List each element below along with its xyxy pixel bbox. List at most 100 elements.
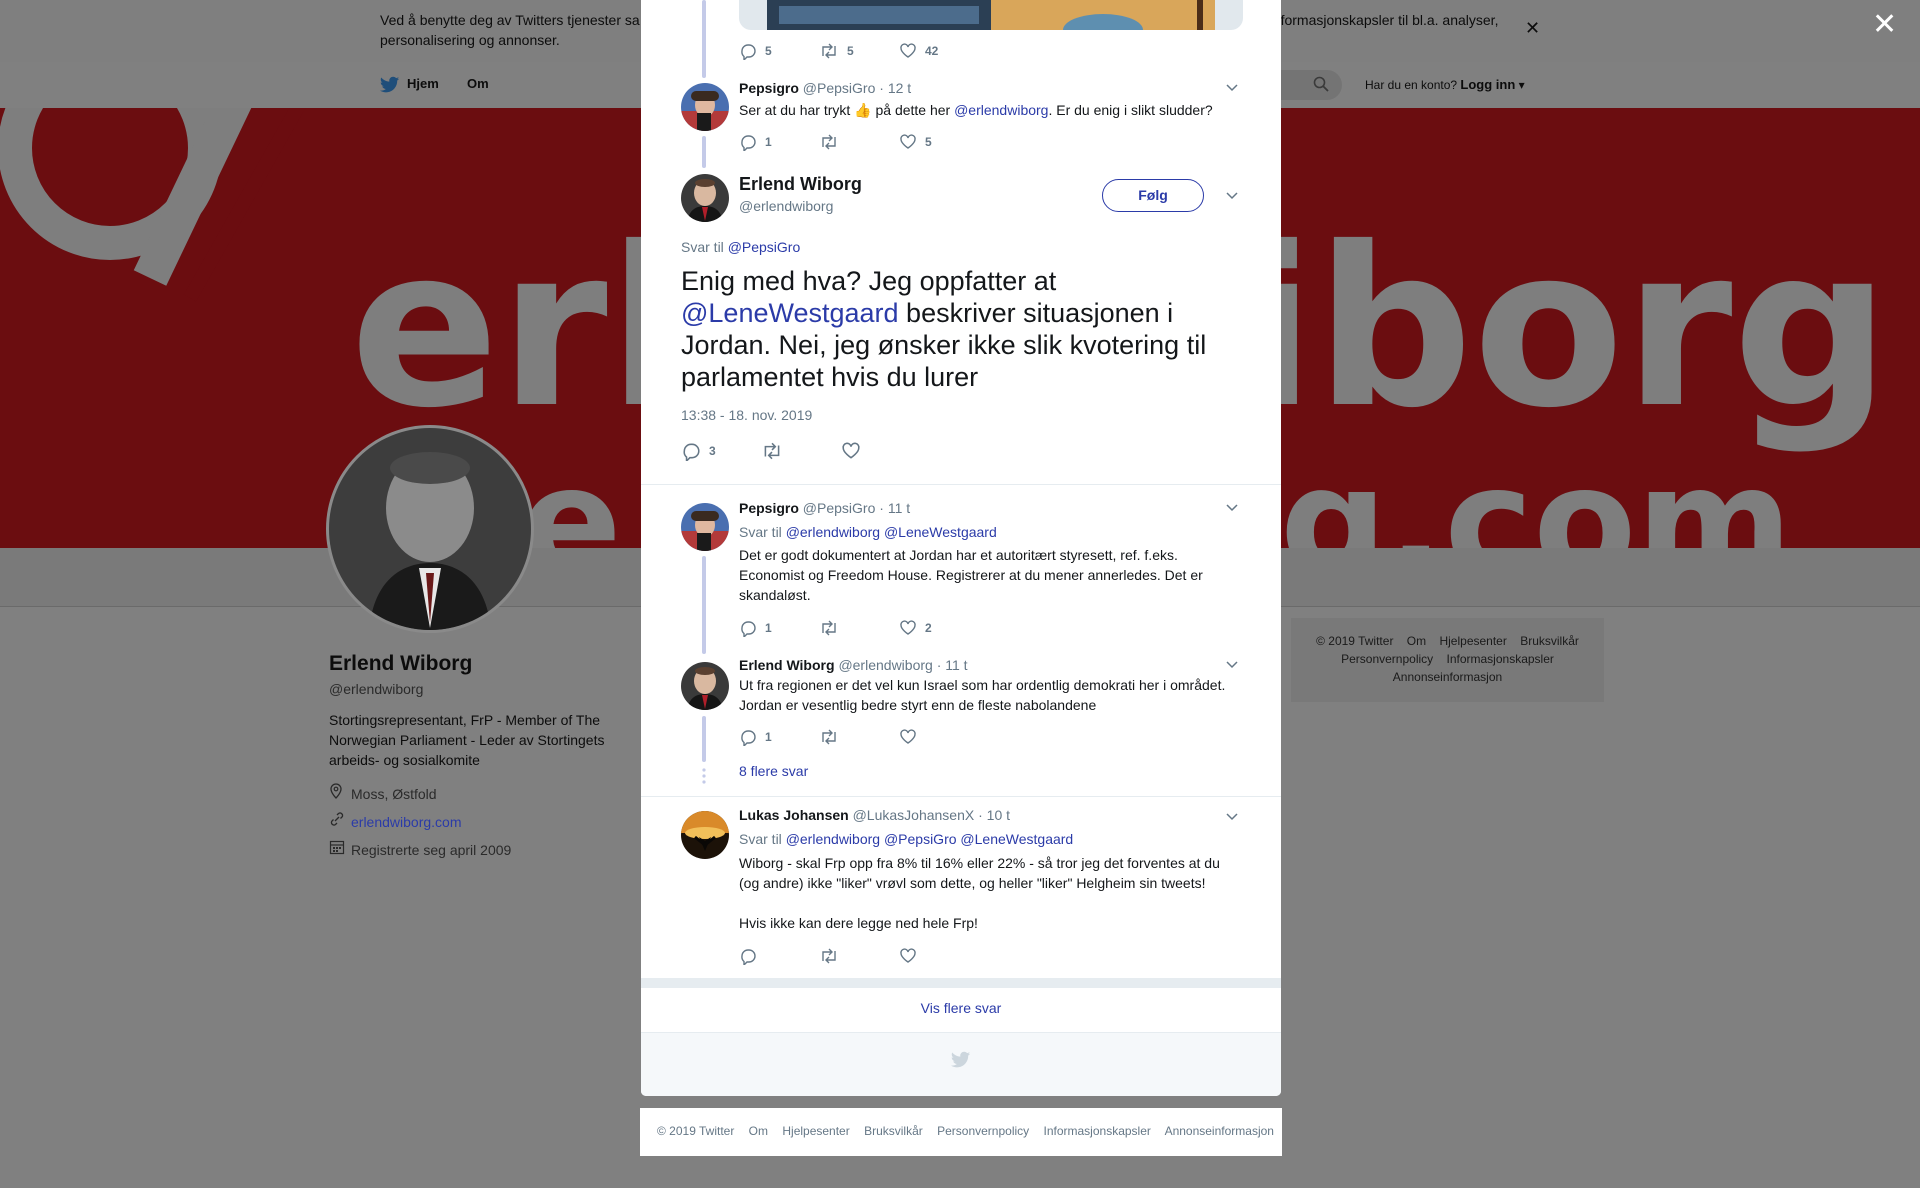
banner-url-right: g.com — [1280, 436, 1793, 548]
reply-button[interactable]: 5 — [739, 42, 772, 60]
chevron-down-icon[interactable] — [1225, 188, 1239, 207]
mention-link[interactable]: @LeneWestgaard — [960, 831, 1073, 847]
twitter-bird-icon[interactable] — [380, 76, 400, 99]
modal-footer — [641, 1032, 1281, 1096]
tweet-header: Pepsigro @PepsiGro · 11 t — [739, 500, 910, 516]
footer-link[interactable]: Personvernpolicy — [937, 1124, 1029, 1138]
mention-link[interactable]: @erlendwiborg — [954, 102, 1048, 118]
profile-avatar[interactable] — [326, 425, 534, 633]
user-name[interactable]: Pepsigro — [739, 500, 799, 516]
login-link[interactable]: Logg inn — [1460, 77, 1515, 92]
reply-button[interactable] — [739, 947, 757, 965]
like-button[interactable] — [841, 441, 861, 461]
tweet-text: Ut fra regionen er det vel kun Israel so… — [739, 677, 1226, 713]
heart-icon — [900, 620, 916, 635]
like-button[interactable] — [899, 728, 917, 746]
like-button[interactable]: 2 — [899, 619, 932, 637]
chevron-down-icon[interactable] — [1225, 657, 1239, 676]
reply-button[interactable]: 1 — [739, 619, 772, 637]
tweet-text: Det er godt dokumentert at Jordan har et… — [739, 547, 1203, 603]
profile-location: Moss, Østfold — [329, 783, 437, 802]
footer-link[interactable]: Bruksvilkår — [864, 1124, 923, 1138]
user-name[interactable]: Pepsigro — [739, 80, 799, 96]
side-footer-link[interactable]: Om — [1407, 634, 1426, 648]
tweet-time[interactable]: · 11 t — [879, 500, 910, 516]
avatar[interactable] — [681, 83, 729, 131]
mention-link[interactable]: @erlendwiborg — [786, 524, 880, 540]
like-button[interactable] — [899, 947, 917, 965]
show-more-replies-button[interactable]: Vis flere svar — [641, 988, 1281, 1032]
retweet-button[interactable]: 5 — [819, 42, 854, 60]
retweet-icon — [764, 442, 780, 460]
side-footer-link[interactable]: Annonseinformasjon — [1393, 670, 1502, 684]
chevron-down-icon[interactable] — [1225, 809, 1239, 828]
side-footer: © 2019 Twitter Om Hjelpesenter Bruksvilk… — [1291, 618, 1604, 702]
chevron-down-icon[interactable] — [1225, 80, 1239, 99]
retweet-icon — [822, 948, 836, 964]
mention-link[interactable]: @erlendwiborg — [786, 831, 880, 847]
avatar[interactable] — [681, 503, 729, 551]
footer-link[interactable]: Om — [749, 1124, 768, 1138]
footer-link[interactable]: Hjelpesenter — [782, 1124, 849, 1138]
main-tweet-handle[interactable]: @erlendwiborg — [739, 198, 833, 214]
mention-link[interactable]: @LeneWestgaard — [884, 524, 997, 540]
tweet-text: Wiborg - skal Frp opp fra 8% til 16% ell… — [739, 855, 1220, 931]
retweet-button[interactable] — [819, 133, 839, 151]
like-button[interactable]: 42 — [899, 42, 938, 60]
user-handle[interactable]: @LukasJohansenX — [853, 807, 975, 823]
side-footer-link[interactable]: Bruksvilkår — [1520, 634, 1579, 648]
side-footer-link[interactable]: Hjelpesenter — [1439, 634, 1506, 648]
footer-link[interactable]: Annonseinformasjon — [1165, 1124, 1274, 1138]
thread-line — [702, 716, 706, 762]
divider — [641, 484, 1281, 485]
avatar[interactable] — [681, 174, 729, 222]
main-tweet-timestamp[interactable]: 13:38 - 18. nov. 2019 — [681, 407, 812, 423]
close-icon[interactable]: ✕ — [1872, 10, 1897, 40]
retweet-button[interactable] — [819, 728, 839, 746]
user-name[interactable]: Erlend Wiborg — [739, 657, 835, 673]
avatar[interactable] — [681, 811, 729, 859]
nav-about[interactable]: Om — [467, 76, 489, 91]
reply-button[interactable]: 1 — [739, 133, 772, 151]
mention-link[interactable]: @PepsiGro — [728, 239, 801, 255]
profile-name[interactable]: Erlend Wiborg — [329, 652, 472, 676]
more-replies-link[interactable]: 8 flere svar — [739, 763, 808, 779]
thread-line — [702, 0, 706, 78]
retweet-icon — [822, 43, 836, 59]
mention-link[interactable]: @LeneWestgaard — [681, 298, 899, 328]
reply-icon — [741, 730, 756, 746]
twitter-bird-icon — [951, 1051, 971, 1074]
profile-website-link[interactable]: erlendwiborg.com — [351, 814, 462, 830]
retweet-button[interactable] — [761, 441, 783, 461]
like-button[interactable]: 5 — [899, 133, 932, 151]
reply-button[interactable]: 1 — [739, 728, 772, 746]
reply-to-line: Svar til @erlendwiborg @LeneWestgaard — [739, 524, 997, 540]
reply-button[interactable]: 3 — [681, 441, 716, 461]
retweet-button[interactable] — [819, 947, 839, 965]
side-footer-link[interactable]: Informasjonskapsler — [1447, 652, 1554, 666]
retweet-button[interactable] — [819, 619, 839, 637]
cookie-close-icon[interactable]: ✕ — [1525, 18, 1540, 39]
nav-home[interactable]: Hjem — [407, 76, 439, 91]
chevron-down-icon[interactable] — [1225, 500, 1239, 519]
profile-bio: Stortingsrepresentant, FrP - Member of T… — [329, 712, 605, 768]
tweet-text: Ser at du har trykt 👍 på dette her @erle… — [739, 102, 1213, 118]
mention-link[interactable]: @PepsiGro — [884, 831, 957, 847]
side-footer-link[interactable]: Personvernpolicy — [1341, 652, 1433, 666]
main-tweet-name[interactable]: Erlend Wiborg — [739, 174, 862, 195]
search-icon[interactable] — [1313, 76, 1329, 97]
reply-to-line: Svar til @erlendwiborg @PepsiGro @LeneWe… — [739, 831, 1074, 847]
user-handle[interactable]: @PepsiGro — [803, 80, 876, 96]
footer-link[interactable]: Informasjonskapsler — [1044, 1124, 1151, 1138]
avatar[interactable] — [681, 662, 729, 710]
user-handle[interactable]: @erlendwiborg — [838, 657, 932, 673]
tweet-time[interactable]: · 12 t — [879, 80, 911, 96]
user-name[interactable]: Lukas Johansen — [739, 807, 849, 823]
retweet-icon — [822, 620, 836, 636]
tweet-time[interactable]: · 10 t — [978, 807, 1010, 823]
follow-button[interactable]: Følg — [1102, 179, 1204, 212]
tweet-media[interactable] — [739, 0, 1243, 30]
user-handle[interactable]: @PepsiGro — [803, 500, 876, 516]
tweet-time[interactable]: · 11 t — [937, 657, 968, 673]
reply-to-line: Svar til @PepsiGro — [681, 239, 801, 255]
